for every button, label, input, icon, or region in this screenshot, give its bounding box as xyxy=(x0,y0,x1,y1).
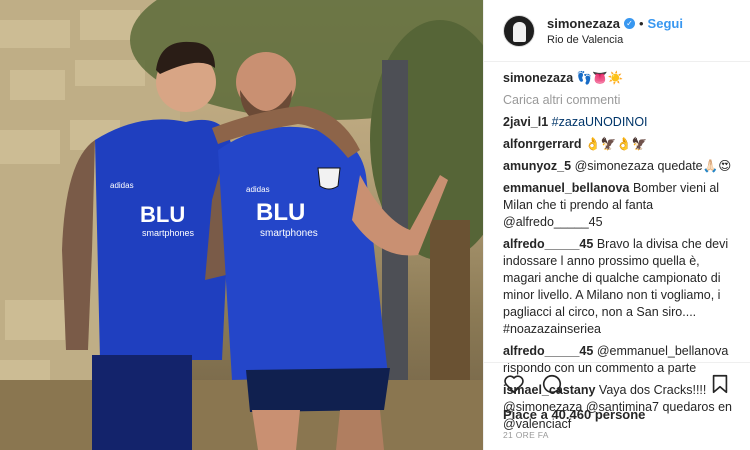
comment-text: 👌🦅👌🦅 xyxy=(584,137,648,151)
post-sidebar: simonezaza ✓ • Segui Rio de Valencia sim… xyxy=(483,0,750,450)
bookmark-icon[interactable] xyxy=(709,373,731,395)
post-photo[interactable]: BLU smartphones adidas BLU smartphones a… xyxy=(0,0,483,450)
left-shirt-brand: adidas xyxy=(110,181,134,190)
separator-dot: • xyxy=(638,15,644,31)
caption-username[interactable]: simonezaza xyxy=(503,71,573,85)
verified-icon: ✓ xyxy=(623,17,635,29)
caption-text: 👣👅☀️ xyxy=(576,71,624,85)
post-actions: Piace a 40.460 persone 21 ORE FA xyxy=(484,362,750,450)
left-shirt-sponsor-sub: smartphones xyxy=(142,228,195,238)
comment-text: Bravo la divisa che devi indossare l ann… xyxy=(503,237,729,336)
heart-icon[interactable] xyxy=(503,373,525,395)
photo-illustration: BLU smartphones adidas BLU smartphones a… xyxy=(0,0,483,450)
comment-username[interactable]: alfredo_____45 xyxy=(503,344,593,358)
right-shirt-sponsor-sub: smartphones xyxy=(260,228,318,239)
comment-item: 2javi_l1 #zazaUNODINOI xyxy=(503,114,740,131)
comment-item: amunyoz_5 @simonezaza quedate🙏🏻😍 xyxy=(503,158,740,175)
post-timestamp[interactable]: 21 ORE FA xyxy=(503,430,731,440)
likes-prefix: Piace a xyxy=(503,407,548,422)
right-shirt-brand: adidas xyxy=(246,185,270,194)
right-shirt-sponsor: BLU xyxy=(256,199,305,226)
likes-number: 40.460 xyxy=(551,407,592,422)
avatar[interactable] xyxy=(503,14,535,47)
comment-item: alfonrgerrard 👌🦅👌🦅 xyxy=(503,136,740,153)
avatar-figure xyxy=(513,21,526,42)
location-link[interactable]: Rio de Valencia xyxy=(547,34,683,46)
comment-item: alfredo_____45 Bravo la divisa che devi … xyxy=(503,236,740,338)
comment-username[interactable]: alfonrgerrard xyxy=(503,137,582,151)
instagram-post: BLU smartphones adidas BLU smartphones a… xyxy=(0,0,750,450)
comment-username[interactable]: amunyoz_5 xyxy=(503,159,571,173)
club-crest-icon xyxy=(317,167,341,190)
comment-username[interactable]: alfredo_____45 xyxy=(503,237,593,251)
post-header: simonezaza ✓ • Segui Rio de Valencia xyxy=(484,0,750,62)
left-shirt-sponsor: BLU xyxy=(140,202,185,227)
comment-icon[interactable] xyxy=(541,373,563,395)
comment-text[interactable]: #zazaUNODINOI xyxy=(552,115,648,129)
comment-text: @simonezaza quedate🙏🏻😍 xyxy=(574,159,732,173)
follow-button[interactable]: Segui xyxy=(648,16,683,31)
likes-suffix: persone xyxy=(594,407,646,422)
comment-username[interactable]: emmanuel_bellanova xyxy=(503,181,629,195)
likes-count[interactable]: Piace a 40.460 persone xyxy=(503,407,731,422)
caption: simonezaza 👣👅☀️ xyxy=(503,70,740,87)
load-more-comments-button[interactable]: Carica altri commenti xyxy=(503,92,740,109)
comment-username[interactable]: 2javi_l1 xyxy=(503,115,548,129)
header-username[interactable]: simonezaza xyxy=(547,16,620,31)
comment-item: emmanuel_bellanova Bomber vieni al Milan… xyxy=(503,180,740,231)
